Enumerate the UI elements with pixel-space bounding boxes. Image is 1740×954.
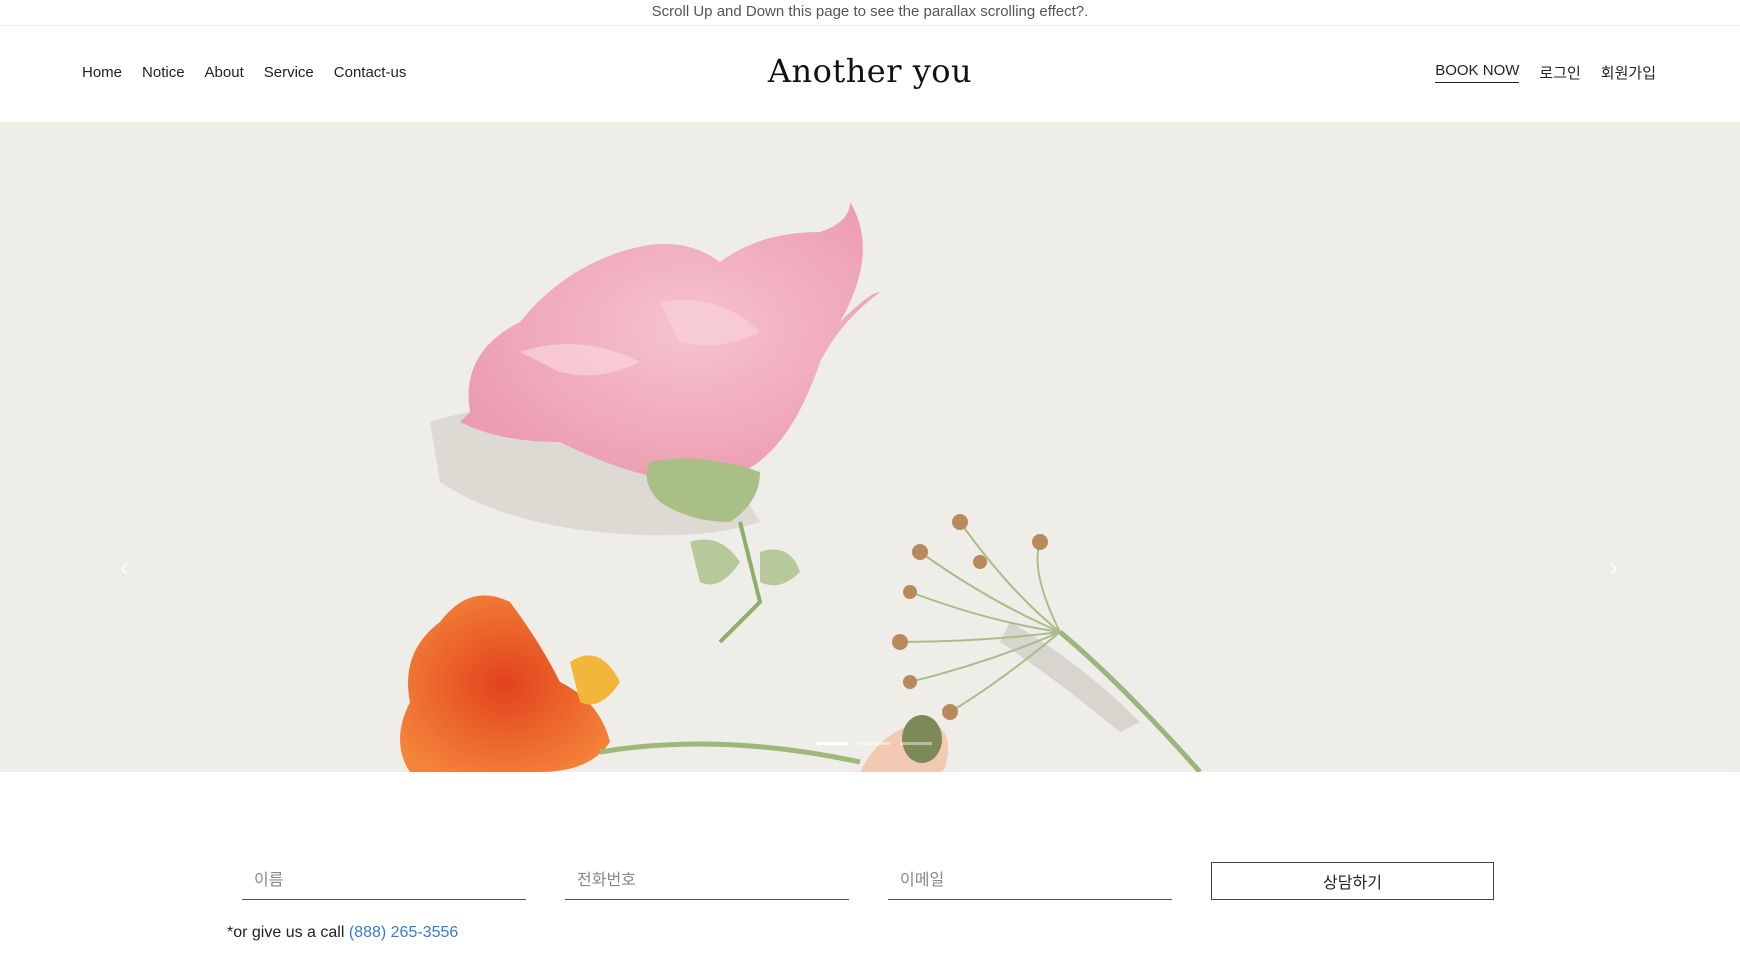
call-text: *or give us a call (888) 265-3556 bbox=[227, 924, 458, 942]
email-input[interactable] bbox=[888, 862, 1172, 900]
call-prefix: *or give us a call bbox=[227, 924, 345, 941]
contact-form: 상담하기 *or give us a call (888) 265-3556 bbox=[0, 772, 1740, 954]
phone-link[interactable]: (888) 265-3556 bbox=[349, 924, 458, 941]
flower-photo bbox=[0, 122, 1740, 772]
consult-button[interactable]: 상담하기 bbox=[1211, 862, 1494, 900]
account-nav: BOOK NOW 로그인 회원가입 bbox=[1435, 62, 1656, 83]
chevron-right-icon[interactable]: › bbox=[1609, 552, 1618, 583]
login-link[interactable]: 로그인 bbox=[1539, 62, 1580, 83]
phone-input[interactable] bbox=[565, 862, 849, 900]
notice-text: Scroll Up and Down this page to see the … bbox=[651, 3, 1089, 20]
hero-slider: ‹ › bbox=[0, 122, 1740, 772]
slider-dots bbox=[816, 742, 932, 745]
book-now-link[interactable]: BOOK NOW bbox=[1435, 62, 1520, 83]
name-input[interactable] bbox=[242, 862, 526, 900]
signup-link[interactable]: 회원가입 bbox=[1601, 62, 1656, 83]
notice-bar: Scroll Up and Down this page to see the … bbox=[0, 0, 1740, 26]
chevron-left-icon[interactable]: ‹ bbox=[120, 552, 129, 583]
slider-dot[interactable] bbox=[900, 742, 932, 745]
slider-dot[interactable] bbox=[816, 742, 848, 745]
site-header: Home Notice About Service Contact-us Ano… bbox=[0, 26, 1740, 122]
slider-dot[interactable] bbox=[858, 742, 890, 745]
